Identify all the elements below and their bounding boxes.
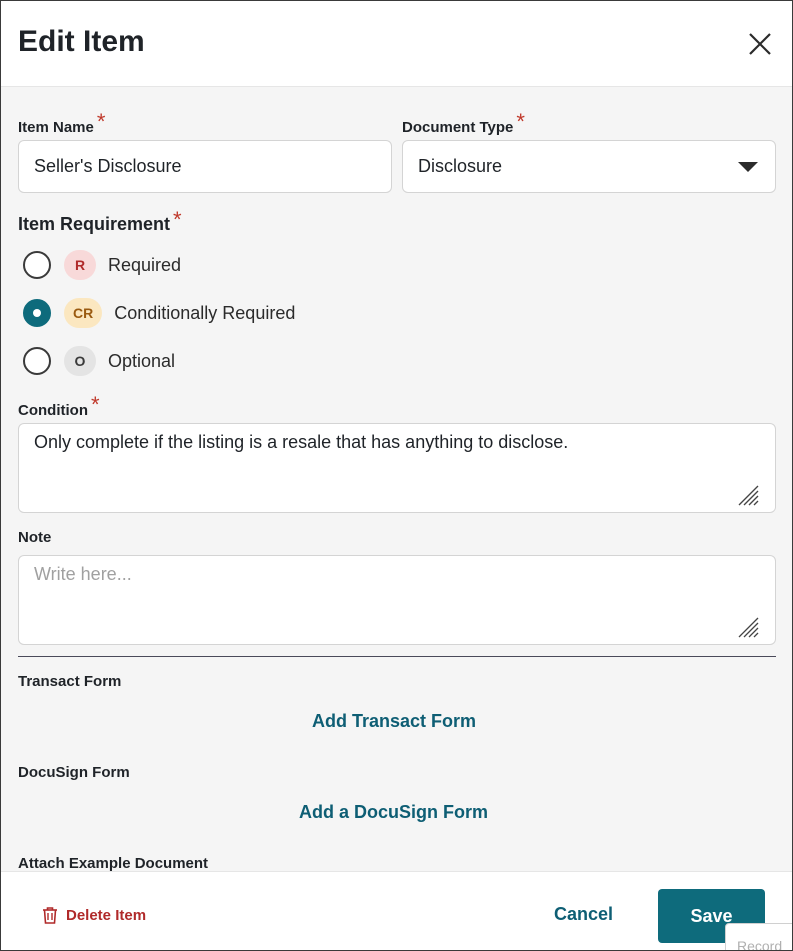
item-name-value: Seller's Disclosure xyxy=(34,156,182,176)
attach-example-document-label: Attach Example Document xyxy=(18,855,209,872)
resize-handle-icon[interactable] xyxy=(737,484,759,506)
add-transact-form-link[interactable]: Add Transact Form xyxy=(312,711,476,732)
trash-icon xyxy=(43,907,57,924)
optional-badge: O xyxy=(64,346,96,376)
close-icon[interactable] xyxy=(745,29,775,59)
section-divider xyxy=(18,656,776,657)
radio-button[interactable] xyxy=(23,251,51,279)
delete-item-label: Delete Item xyxy=(66,906,147,924)
edit-item-dialog: Edit Item Item Name * Seller's Disclosure… xyxy=(0,0,793,951)
add-docusign-form-link[interactable]: Add a DocuSign Form xyxy=(299,802,488,823)
item-name-input[interactable]: Seller's Disclosure xyxy=(18,140,392,193)
condition-value: Only complete if the listing is a resale… xyxy=(34,432,569,452)
document-type-label-text: Document Type xyxy=(402,119,514,136)
required-asterisk: * xyxy=(516,109,525,134)
item-name-label-text: Item Name xyxy=(18,119,94,136)
radio-button[interactable] xyxy=(23,347,51,375)
note-label: Note xyxy=(18,529,52,546)
required-asterisk: * xyxy=(90,392,100,417)
required-asterisk: * xyxy=(173,207,182,232)
dialog-title: Edit Item xyxy=(18,25,145,58)
transact-form-label: Transact Form xyxy=(18,673,122,690)
dialog-header: Edit Item xyxy=(1,1,792,87)
condition-label: Condition * xyxy=(18,392,100,421)
radio-optional[interactable]: O Optional xyxy=(23,346,175,376)
condition-label-text: Condition xyxy=(18,402,88,419)
delete-item-button[interactable]: Delete Item xyxy=(40,905,146,925)
note-textarea[interactable]: Write here... xyxy=(18,555,776,645)
required-asterisk: * xyxy=(96,109,106,134)
item-name-label: Item Name * xyxy=(18,109,106,138)
radio-label: Optional xyxy=(108,350,176,371)
radio-label: Conditionally Required xyxy=(114,302,296,323)
record-widget[interactable]: Record xyxy=(725,923,792,950)
dialog-footer: Delete Item Cancel Save Record xyxy=(1,871,792,950)
cancel-button[interactable]: Cancel xyxy=(554,904,613,925)
radio-button-selected[interactable] xyxy=(23,299,51,327)
caret-down-icon xyxy=(738,162,758,172)
conditionally-required-badge: CR xyxy=(64,298,103,328)
radio-required[interactable]: R Required xyxy=(23,250,181,280)
required-badge: R xyxy=(64,250,96,280)
document-type-select[interactable]: Disclosure xyxy=(402,140,776,193)
item-requirement-label-text: Item Requirement xyxy=(18,214,171,234)
resize-handle-icon[interactable] xyxy=(737,616,759,638)
document-type-label: Document Type * xyxy=(402,109,525,138)
note-placeholder: Write here... xyxy=(34,564,132,584)
document-type-value: Disclosure xyxy=(418,156,503,176)
condition-textarea[interactable]: Only complete if the listing is a resale… xyxy=(18,423,776,513)
radio-label: Required xyxy=(108,254,182,275)
item-requirement-label: Item Requirement * xyxy=(18,207,182,236)
docusign-form-label: DocuSign Form xyxy=(18,764,130,781)
radio-conditionally-required[interactable]: CR Conditionally Required xyxy=(23,298,295,328)
